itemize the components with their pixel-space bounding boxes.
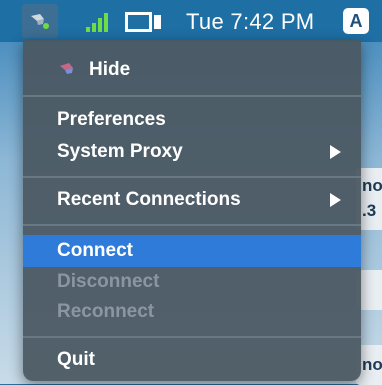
menu-item-reconnect[interactable]: Reconnect xyxy=(23,298,361,326)
app-tray-icon xyxy=(31,14,49,29)
menu-separator xyxy=(23,224,361,226)
menu-item-label: Connect xyxy=(57,240,133,261)
display-glyph-icon xyxy=(125,12,161,32)
menu-bar: Tue 7:42 PM A xyxy=(0,0,382,42)
background-text: no xyxy=(362,176,382,195)
menu-item-label: Hide xyxy=(89,59,131,80)
menu-item-label: System Proxy xyxy=(57,141,183,162)
wifi-signal-icon[interactable] xyxy=(86,12,112,32)
dropdown-menu: Hide Preferences System Proxy Recent Con… xyxy=(23,40,361,381)
menu-item-disconnect[interactable]: Disconnect xyxy=(23,268,361,296)
display-icon[interactable] xyxy=(125,12,163,32)
submenu-arrow-icon xyxy=(330,193,341,207)
menu-item-label: Reconnect xyxy=(57,301,155,322)
menu-item-connect[interactable]: Connect xyxy=(23,235,361,267)
menu-item-recent-connections[interactable]: Recent Connections xyxy=(23,186,361,214)
input-source-badge[interactable]: A xyxy=(343,8,369,34)
menu-separator xyxy=(23,176,361,178)
menu-item-hide[interactable]: Hide xyxy=(23,56,361,84)
menu-separator xyxy=(23,336,361,338)
menu-item-system-proxy[interactable]: System Proxy xyxy=(23,138,361,166)
app-logo-icon xyxy=(60,63,73,74)
menu-item-preferences[interactable]: Preferences xyxy=(23,106,361,134)
background-text: no xyxy=(362,355,382,374)
menubar-clock[interactable]: Tue 7:42 PM xyxy=(186,9,314,35)
menu-item-label: Recent Connections xyxy=(57,189,241,210)
menu-item-label: Quit xyxy=(57,349,95,370)
menu-item-quit[interactable]: Quit xyxy=(23,346,361,374)
menu-separator xyxy=(23,95,361,97)
menu-item-label: Disconnect xyxy=(57,271,160,292)
menu-item-label: Preferences xyxy=(57,109,166,130)
submenu-arrow-icon xyxy=(330,145,341,159)
background-text: .3 xyxy=(362,201,377,220)
app-status-icon[interactable] xyxy=(22,4,58,38)
